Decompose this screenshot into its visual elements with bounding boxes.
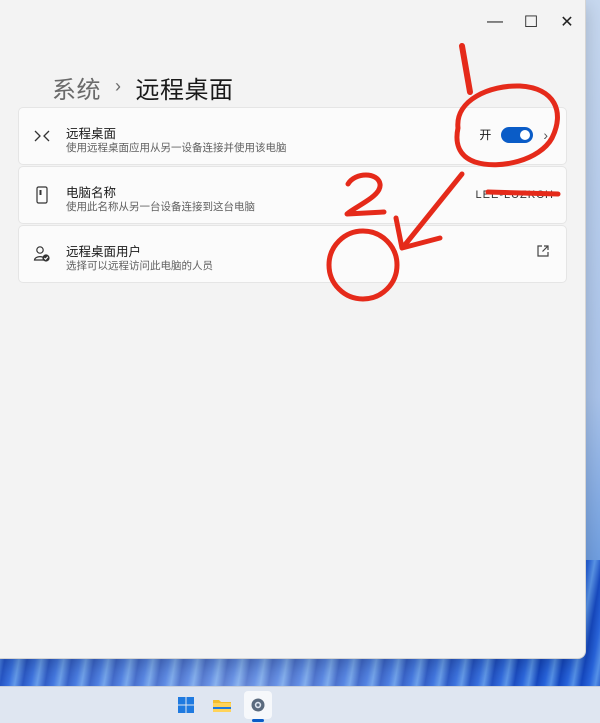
breadcrumb: 系统 › 远程桌面 (52, 70, 234, 105)
windows-start-icon[interactable] (172, 691, 200, 719)
maximize-button[interactable]: ☐ (513, 0, 549, 44)
remote-desktop-card[interactable]: 远程桌面 使用远程桌面应用从另一设备连接并使用该电脑 开 › (18, 107, 567, 165)
breadcrumb-parent[interactable]: 系统 (52, 70, 101, 105)
remote-desktop-toggle[interactable] (501, 126, 534, 143)
pc-name-card[interactable]: 电脑名称 使用此名称从另一台设备连接到这台电脑 LEE-LUZKCH (18, 166, 567, 224)
remote-users-card[interactable]: 远程桌面用户 选择可以远程访问此电脑的人员 (18, 225, 567, 283)
remote-desktop-icon (31, 126, 53, 146)
page-title: 远程桌面 (135, 77, 234, 104)
pc-name-subtitle: 使用此名称从另一台设备连接到这台电脑 (66, 201, 255, 213)
window-caption-buttons: — ☐ ✕ (477, 0, 585, 44)
external-link-icon[interactable] (536, 244, 552, 260)
remote-users-icon (31, 244, 53, 264)
minimize-button[interactable]: — (477, 0, 513, 44)
settings-window: — ☐ ✕ 系统 › 远程桌面 远程桌面 使用远程桌面应用从另一设备连接并使用该… (0, 0, 586, 659)
toggle-state-label: 开 (479, 128, 492, 142)
remote-desktop-toggle-group: 开 › (479, 126, 548, 143)
remote-desktop-subtitle: 使用远程桌面应用从另一设备连接并使用该电脑 (66, 142, 287, 154)
remote-users-subtitle: 选择可以远程访问此电脑的人员 (66, 260, 213, 272)
breadcrumb-separator: › (115, 76, 122, 96)
settings-icon[interactable] (244, 691, 272, 719)
file-explorer-icon[interactable] (208, 691, 236, 719)
taskbar (0, 686, 600, 723)
pc-name-icon (31, 185, 53, 205)
chevron-right-icon[interactable]: › (543, 127, 548, 143)
close-button[interactable]: ✕ (549, 0, 585, 44)
pc-name-value: LEE-LUZKCH (475, 189, 554, 201)
